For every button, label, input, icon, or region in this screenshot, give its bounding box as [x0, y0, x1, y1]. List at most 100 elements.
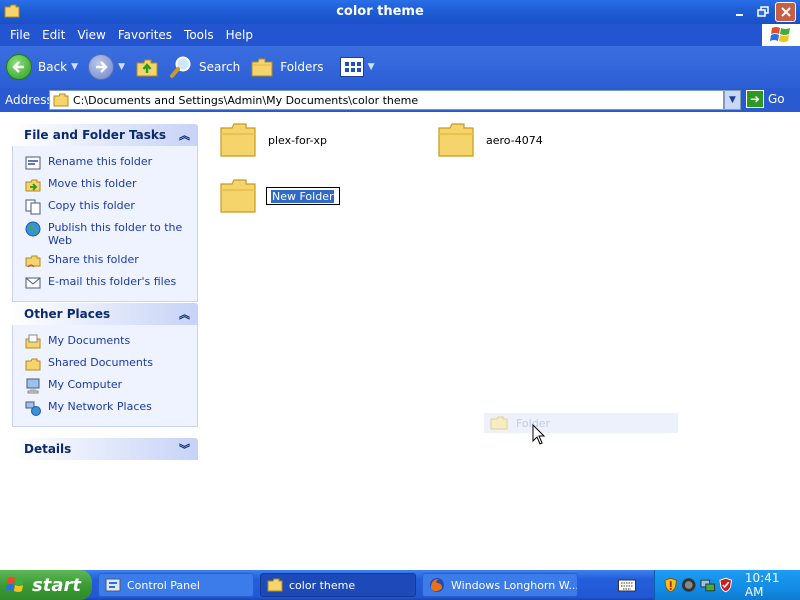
place-my-computer[interactable]: My Computer — [25, 378, 187, 394]
taskbar-item-firefox[interactable]: Windows Longhorn W... — [422, 573, 578, 597]
window-title: color theme — [336, 4, 424, 19]
collapse-icon[interactable]: ︽ — [179, 306, 190, 322]
task-rename-folder[interactable]: Rename this folder — [25, 155, 187, 171]
panel-title: Other Places — [24, 307, 111, 321]
folder-name: aero-4074 — [486, 133, 543, 147]
collapse-icon[interactable]: ︽ — [179, 127, 190, 143]
back-arrow-icon — [6, 54, 32, 80]
menu-help[interactable]: Help — [220, 28, 259, 42]
folder-icon — [438, 123, 474, 157]
chevron-down-icon[interactable]: ▼ — [368, 62, 375, 72]
share-icon — [25, 253, 41, 269]
rename-field[interactable]: New Folder — [266, 187, 340, 205]
title-bar[interactable]: color theme — [0, 0, 800, 24]
keyboard-icon[interactable] — [618, 578, 636, 592]
menu-favorites[interactable]: Favorites — [112, 28, 178, 42]
file-folder-tasks-header[interactable]: File and Folder Tasks ︽ — [12, 124, 198, 146]
task-copy-folder[interactable]: Copy this folder — [25, 199, 187, 215]
go-arrow-icon: ➜ — [746, 90, 764, 108]
go-button[interactable]: ➜ Go — [746, 90, 785, 108]
back-label: Back — [38, 60, 68, 74]
folder-icon — [220, 179, 256, 213]
new-folder-item[interactable]: New Folder — [218, 176, 340, 216]
security-shield-icon[interactable] — [663, 577, 678, 593]
windows-flag-icon — [6, 577, 24, 592]
copy-icon — [25, 199, 41, 215]
search-label: Search — [198, 60, 241, 74]
back-button[interactable]: Back ▼ — [6, 54, 78, 80]
details-header[interactable]: Details ︾ — [12, 438, 198, 460]
task-share-folder[interactable]: Share this folder — [25, 253, 187, 269]
network-status-icon[interactable] — [700, 577, 715, 593]
views-button[interactable]: ▼ — [339, 57, 375, 77]
up-folder-button[interactable] — [135, 55, 159, 79]
folders-button[interactable]: Folders — [250, 56, 324, 78]
network-icon — [25, 400, 41, 416]
task-pane: File and Folder Tasks ︽ Rename this fold… — [0, 112, 210, 570]
folder-name: plex-for-xp — [268, 133, 327, 147]
antivirus-shield-icon[interactable] — [718, 577, 733, 593]
views-icon — [339, 57, 364, 77]
computer-icon — [25, 378, 41, 394]
up-folder-icon — [136, 59, 158, 77]
folders-icon — [251, 58, 273, 77]
forward-button[interactable]: ▼ — [88, 54, 125, 80]
control-panel-icon — [105, 577, 121, 593]
file-view: plex-for-xp aero-4074 New Folder Folder — [210, 112, 800, 570]
panel-title: Details — [24, 442, 72, 456]
minimize-icon — [735, 14, 743, 16]
address-path: C:\Documents and Settings\Admin\My Docum… — [73, 93, 419, 107]
taskbar-item-color-theme[interactable]: color theme — [260, 573, 416, 597]
folder-item[interactable]: plex-for-xp — [218, 120, 327, 160]
task-publish-web[interactable]: Publish this folder to the Web — [25, 221, 187, 247]
place-my-documents[interactable]: My Documents — [25, 334, 187, 350]
expand-icon[interactable]: ︾ — [179, 441, 190, 457]
menu-file[interactable]: File — [4, 28, 36, 42]
place-shared-documents[interactable]: Shared Documents — [25, 356, 187, 372]
address-input[interactable]: C:\Documents and Settings\Admin\My Docum… — [49, 90, 724, 110]
task-move-folder[interactable]: Move this folder — [25, 177, 187, 193]
task-email-files[interactable]: E-mail this folder's files — [25, 275, 187, 291]
minimize-button[interactable] — [729, 2, 750, 22]
maximize-button[interactable] — [752, 2, 773, 22]
file-folder-tasks-panel: File and Folder Tasks ︽ Rename this fold… — [12, 124, 198, 302]
go-label: Go — [768, 92, 785, 106]
folder-icon — [490, 416, 508, 430]
firefox-icon — [429, 577, 445, 593]
search-button[interactable]: Search — [169, 55, 240, 79]
folder-icon — [25, 356, 41, 372]
folder-icon — [267, 577, 283, 593]
place-my-network-places[interactable]: My Network Places — [25, 400, 187, 416]
menu-bar: File Edit View Favorites Tools Help — [0, 24, 800, 46]
mouse-pointer-icon — [532, 424, 546, 445]
start-label: start — [32, 574, 81, 596]
chevron-down-icon[interactable]: ▼ — [71, 62, 78, 72]
move-icon — [25, 177, 41, 193]
restore-icon — [756, 6, 769, 17]
close-button[interactable] — [775, 2, 796, 22]
toolbar: Back ▼ ▼ Search Folders ▼ — [0, 46, 800, 88]
menu-tools[interactable]: Tools — [178, 28, 220, 42]
chevron-down-icon: ▼ — [729, 95, 736, 105]
system-tray: 10:41 AM — [654, 570, 800, 600]
search-icon — [169, 56, 191, 78]
other-places-header[interactable]: Other Places ︽ — [12, 303, 198, 325]
folder-icon — [220, 123, 256, 157]
menu-view[interactable]: View — [71, 28, 111, 42]
other-places-panel: Other Places ︽ My Documents Shared Docum… — [12, 303, 198, 427]
chevron-down-icon[interactable]: ▼ — [118, 62, 125, 72]
globe-icon — [25, 221, 41, 237]
menu-edit[interactable]: Edit — [36, 28, 71, 42]
start-button[interactable]: start — [0, 570, 92, 600]
volume-icon[interactable] — [681, 577, 696, 593]
close-icon — [780, 7, 791, 17]
folder-item[interactable]: aero-4074 — [436, 120, 543, 160]
address-dropdown-button[interactable]: ▼ — [724, 90, 741, 110]
taskbar-clock[interactable]: 10:41 AM — [745, 571, 800, 599]
rename-icon — [25, 155, 41, 171]
folders-label: Folders — [280, 60, 324, 74]
details-panel: Details ︾ — [12, 438, 198, 460]
address-bar: Address C:\Documents and Settings\Admin\… — [0, 88, 800, 112]
folder-icon — [53, 93, 69, 107]
taskbar-item-control-panel[interactable]: Control Panel — [98, 573, 254, 597]
